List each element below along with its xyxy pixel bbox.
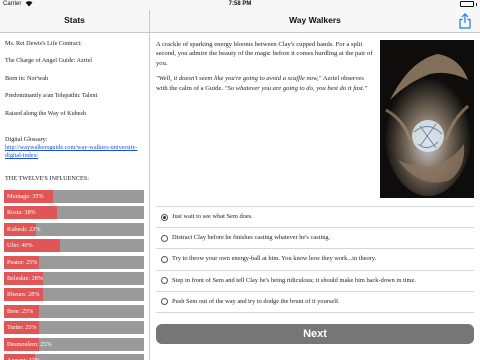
choice-option[interactable]: Distract Clay before he finishes casting… bbox=[156, 228, 474, 250]
battery-icon bbox=[460, 1, 477, 7]
talent-line: Predominantly a/an Telepathic Talent bbox=[5, 92, 98, 99]
influence-bar: Bree: 25% bbox=[4, 304, 144, 318]
stats-sidebar[interactable]: Ms. Rei Dewis's Life Contract: The Charg… bbox=[0, 33, 150, 360]
main-nav-bar: Way Walkers bbox=[150, 10, 480, 33]
influence-label: Montage: 35% bbox=[7, 193, 44, 200]
radio-button[interactable] bbox=[161, 213, 168, 221]
influence-label: Kubesh: 23% bbox=[7, 225, 41, 233]
influence-label: Beleskie: 28% bbox=[7, 275, 43, 282]
radio-button[interactable] bbox=[161, 298, 168, 306]
choice-label: Just wait to see what Sem does. bbox=[172, 213, 253, 220]
choice-option[interactable]: Step in front of Sem and tell Clay he's … bbox=[156, 271, 474, 292]
glossary-link[interactable]: http://waywalkersguide.com/way-walkers-u… bbox=[5, 144, 140, 160]
story-illustration bbox=[380, 40, 474, 198]
story-dialogue: "Well, it doesn't seem like you're going… bbox=[156, 74, 374, 93]
choice-option[interactable]: Try to throw your own energy-ball at him… bbox=[156, 249, 474, 271]
influence-bar: Angant: 22% bbox=[4, 354, 144, 360]
choice-list: Just wait to see what Sem does. Distract … bbox=[156, 206, 474, 313]
influence-label: Rosia: 38% bbox=[7, 209, 36, 217]
influence-bar: Ulio: 40% bbox=[4, 239, 144, 253]
birthplace-line: Born in: Nor'wah bbox=[5, 75, 49, 82]
choice-label: Step in front of Sem and tell Clay he's … bbox=[172, 276, 416, 284]
glossary-heading: Digital Glossary: bbox=[5, 136, 48, 143]
page-title: Way Walkers bbox=[289, 15, 341, 25]
influence-label: Peator: 25% bbox=[7, 258, 38, 266]
radio-button[interactable] bbox=[161, 277, 168, 285]
choice-label: Distract Clay before he finishes casting… bbox=[172, 234, 331, 242]
influence-bar: Peator: 25% bbox=[4, 255, 144, 269]
choice-option[interactable]: Push Sem out of the way and try to dodge… bbox=[156, 292, 474, 313]
story-paragraph: A crackle of sparking energy blooms betw… bbox=[156, 41, 373, 67]
influence-bar: Rosia: 38% bbox=[4, 206, 144, 220]
influence-bar: Beleskie: 28% bbox=[4, 272, 144, 285]
radio-button[interactable] bbox=[161, 234, 168, 242]
raised-line: Raised along the Way of Kubesh bbox=[5, 110, 87, 117]
azriel-quote-2: "So whatever you are going to do, you be… bbox=[224, 84, 368, 92]
status-bar: Carrier 7:58 PM bbox=[0, 0, 480, 10]
share-icon[interactable] bbox=[458, 13, 472, 29]
next-button[interactable]: Next bbox=[156, 324, 474, 344]
sidebar-title: Stats bbox=[64, 15, 85, 25]
choice-label: Try to throw your own energy-ball at him… bbox=[172, 255, 377, 263]
influence-label: Bree: 25% bbox=[7, 307, 34, 315]
choice-label: Push Sem out of the way and try to dodge… bbox=[172, 297, 340, 305]
influence-bar: Turite: 25% bbox=[4, 321, 144, 335]
influence-bar: Rheum: 28% bbox=[4, 288, 144, 302]
angel-guide-line: The Charge of Angel Guide: Azriel bbox=[5, 57, 93, 64]
influence-bar: Kubesh: 23% bbox=[4, 222, 144, 236]
clock: 7:58 PM bbox=[228, 1, 252, 7]
azriel-quote-1: "Well, it doesn't seem like you're going… bbox=[156, 75, 322, 83]
life-contract-line: Ms. Rei Dewis's Life Contract: bbox=[5, 40, 82, 47]
influence-label: Rheum: 28% bbox=[7, 291, 40, 299]
choice-option[interactable]: Just wait to see what Sem does. bbox=[156, 207, 474, 229]
influence-bar: Desmoulem: 25% bbox=[4, 337, 144, 351]
influence-label: Desmoulem: 25% bbox=[7, 340, 52, 348]
influence-label: Turite: 25% bbox=[7, 324, 37, 332]
influence-label: Ulio: 40% bbox=[7, 242, 33, 250]
influences-heading: THE TWELVE'S INFLUENCES: bbox=[5, 175, 89, 182]
radio-button[interactable] bbox=[161, 255, 168, 263]
story-text: A crackle of sparking energy blooms betw… bbox=[156, 40, 374, 99]
sidebar-nav-bar: Stats bbox=[0, 10, 150, 33]
influence-bar: Montage: 35% bbox=[4, 190, 144, 203]
